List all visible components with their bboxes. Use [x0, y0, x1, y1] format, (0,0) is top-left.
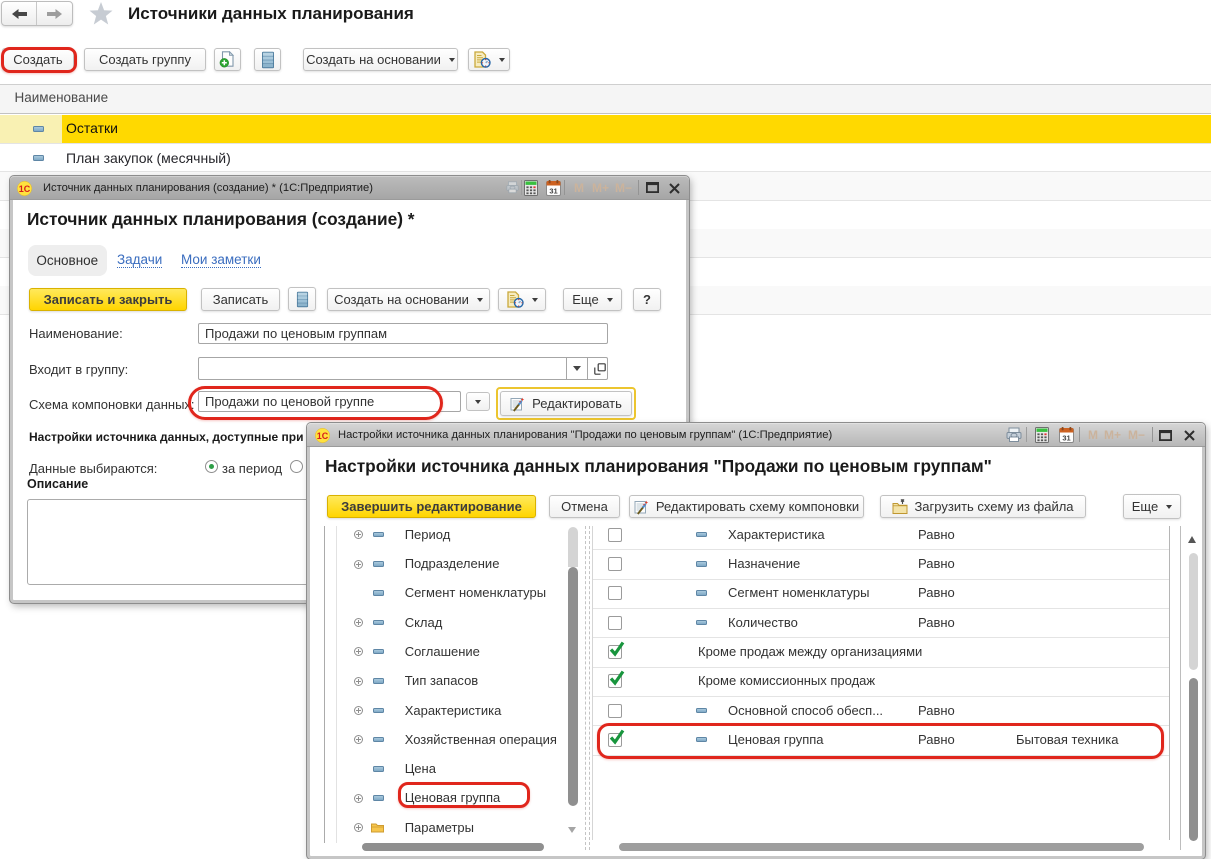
svg-text:31: 31 [549, 186, 557, 195]
svg-text:1С: 1С [19, 184, 31, 194]
svg-text:31: 31 [1062, 433, 1070, 442]
svg-text:1С: 1С [317, 431, 329, 441]
